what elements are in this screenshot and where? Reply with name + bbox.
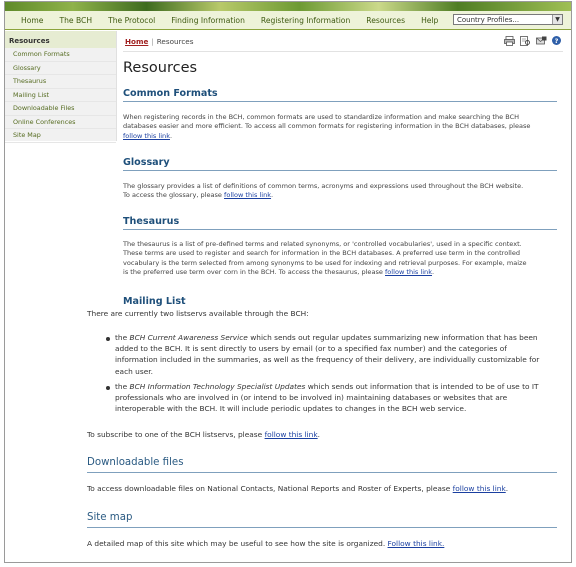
common-formats-line-3: follow this link. (123, 132, 563, 141)
thesaurus-link[interactable]: follow this link (385, 268, 432, 276)
mailing-list-bullet-1: the BCH Current Awareness Service which … (115, 332, 561, 377)
bullet-1-line-3: information included in the summaries, a… (115, 355, 540, 365)
email-icon[interactable] (536, 36, 547, 46)
country-select-value: Country Profiles... (457, 15, 520, 24)
thesaurus-line-4-text: is the preferred use term over corn in t… (123, 267, 383, 276)
country-profiles-select[interactable]: Country Profiles... ▼ (453, 14, 563, 25)
sidebar-item-site-map[interactable]: Site Map (5, 129, 116, 143)
glossary-tail: . (271, 191, 274, 200)
downloadable-text: To access downloadable files on National… (87, 483, 557, 494)
common-formats-line-2: databases easier and more efficient. To … (123, 122, 531, 131)
bullet-1-pre: the (115, 333, 128, 342)
sidebar-item-downloadable-files[interactable]: Downloadable Files (5, 102, 116, 116)
nav-registering-information[interactable]: Registering Information (253, 16, 358, 25)
mailing-list-intro: There are currently two listservs availa… (87, 309, 309, 318)
sitemap-text-body: A detailed map of this site which may be… (87, 539, 386, 548)
section-title-site-map: Site map (87, 512, 133, 523)
sidebar-item-glossary[interactable]: Glossary (5, 62, 116, 75)
downloadable-link[interactable]: follow this link (453, 484, 506, 493)
subscribe-tail: . (317, 430, 320, 439)
header-banner (5, 2, 571, 11)
section-rule (123, 101, 557, 102)
mailing-list-bullet-2: the BCH Information Technology Specialis… (115, 381, 561, 415)
common-formats-line-1: When registering records in the BCH, com… (123, 113, 520, 121)
help-icon[interactable]: ? (552, 36, 561, 45)
print-preview-icon[interactable] (520, 36, 531, 46)
bullet-1-line-1: the BCH Current Awareness Service which … (115, 332, 561, 343)
glossary-line-2-text: To access the glossary, please (123, 191, 222, 200)
bullet-dot (106, 386, 110, 390)
nav-help[interactable]: Help (413, 16, 446, 25)
sitemap-text: A detailed map of this site which may be… (87, 538, 557, 549)
sidebar-item-online-conferences[interactable]: Online Conferences (5, 116, 116, 129)
content-area: Home | Resources ? (123, 31, 563, 52)
downloadable-text-body: To access downloadable files on National… (87, 484, 451, 493)
section-title-mailing-list: Mailing List (123, 296, 186, 307)
sidebar-item-mailing-list[interactable]: Mailing List (5, 89, 116, 102)
thesaurus-line-2: These terms are used to register and sea… (123, 249, 521, 258)
page-title: Resources (123, 60, 198, 76)
bullet-1-line-1-text: which sends out regular updates summariz… (250, 333, 538, 342)
thesaurus-text: The thesaurus is a list of pre-defined t… (123, 240, 563, 277)
thesaurus-line-4: is the preferred use term over corn in t… (123, 268, 563, 277)
section-rule (123, 229, 557, 230)
glossary-line-2: To access the glossary, please follow th… (123, 191, 563, 200)
nav-the-protocol[interactable]: The Protocol (100, 16, 163, 25)
thesaurus-line-3: vocabulary is the term selected from amo… (123, 258, 527, 267)
glossary-line-1: The glossary provides a list of definiti… (123, 182, 524, 190)
section-title-glossary: Glossary (123, 157, 170, 168)
thesaurus-line-1: The thesaurus is a list of pre-defined t… (123, 240, 522, 248)
bullet-dot (106, 337, 110, 341)
nav-home[interactable]: Home (5, 16, 51, 25)
bullet-2-line-2: professionals who are involved in (or in… (115, 393, 508, 403)
mailing-list-subscribe: To subscribe to one of the BCH listservs… (87, 429, 557, 440)
bullet-1-line-4: each user. (115, 366, 153, 376)
sitemap-link[interactable]: Follow this link. (388, 539, 445, 548)
section-rule (87, 527, 557, 528)
glossary-link[interactable]: follow this link (224, 191, 271, 199)
page-tools: ? (504, 36, 561, 46)
chevron-down-icon: ▼ (552, 15, 562, 24)
sidebar-item-thesaurus[interactable]: Thesaurus (5, 75, 116, 89)
downloadable-tail: . (505, 484, 509, 493)
subscribe-text: To subscribe to one of the BCH listservs… (87, 430, 263, 439)
common-formats-text: When registering records in the BCH, com… (123, 113, 563, 141)
section-rule (123, 170, 557, 171)
sidebar-item-common-formats[interactable]: Common Formats (5, 48, 116, 62)
breadcrumb: Home | Resources (123, 31, 563, 52)
browser-page: Home The BCH The Protocol Finding Inform… (4, 1, 572, 563)
glossary-text: The glossary provides a list of definiti… (123, 182, 563, 201)
nav-the-bch[interactable]: The BCH (51, 16, 100, 25)
nav-resources[interactable]: Resources (358, 16, 413, 25)
bullet-2-pre: the (115, 382, 128, 391)
section-title-downloadable-files: Downloadable files (87, 457, 184, 468)
nav-finding-information[interactable]: Finding Information (163, 16, 253, 25)
subscribe-link[interactable]: follow this link (265, 430, 318, 439)
bullet-2-line-3: interoperable with the BCH. It will incl… (115, 404, 467, 414)
section-title-common-formats: Common Formats (123, 88, 218, 99)
bullet-2-line-1: the BCH Information Technology Specialis… (115, 381, 561, 392)
section-rule (87, 472, 557, 473)
breadcrumb-current: Resources (156, 36, 194, 46)
common-formats-tail: . (170, 131, 173, 140)
sidebar-heading: Resources (5, 31, 116, 48)
bullet-1-service-name: BCH Current Awareness Service (129, 333, 248, 342)
sidebar: Resources Common Formats Glossary Thesau… (5, 31, 117, 143)
thesaurus-tail: . (432, 267, 435, 276)
common-formats-link[interactable]: follow this link (123, 132, 170, 140)
breadcrumb-home-link[interactable]: Home (125, 37, 148, 46)
bullet-1-line-2: added to the BCH. It is sent directly to… (115, 344, 507, 354)
section-title-thesaurus: Thesaurus (123, 216, 180, 227)
top-nav: Home The BCH The Protocol Finding Inform… (5, 11, 571, 30)
breadcrumb-separator: | (151, 36, 154, 46)
bullet-2-service-name: BCH Information Technology Specialist Up… (129, 382, 306, 391)
bullet-2-line-1-text: which sends out information that is inte… (307, 382, 539, 391)
print-icon[interactable] (504, 36, 515, 46)
